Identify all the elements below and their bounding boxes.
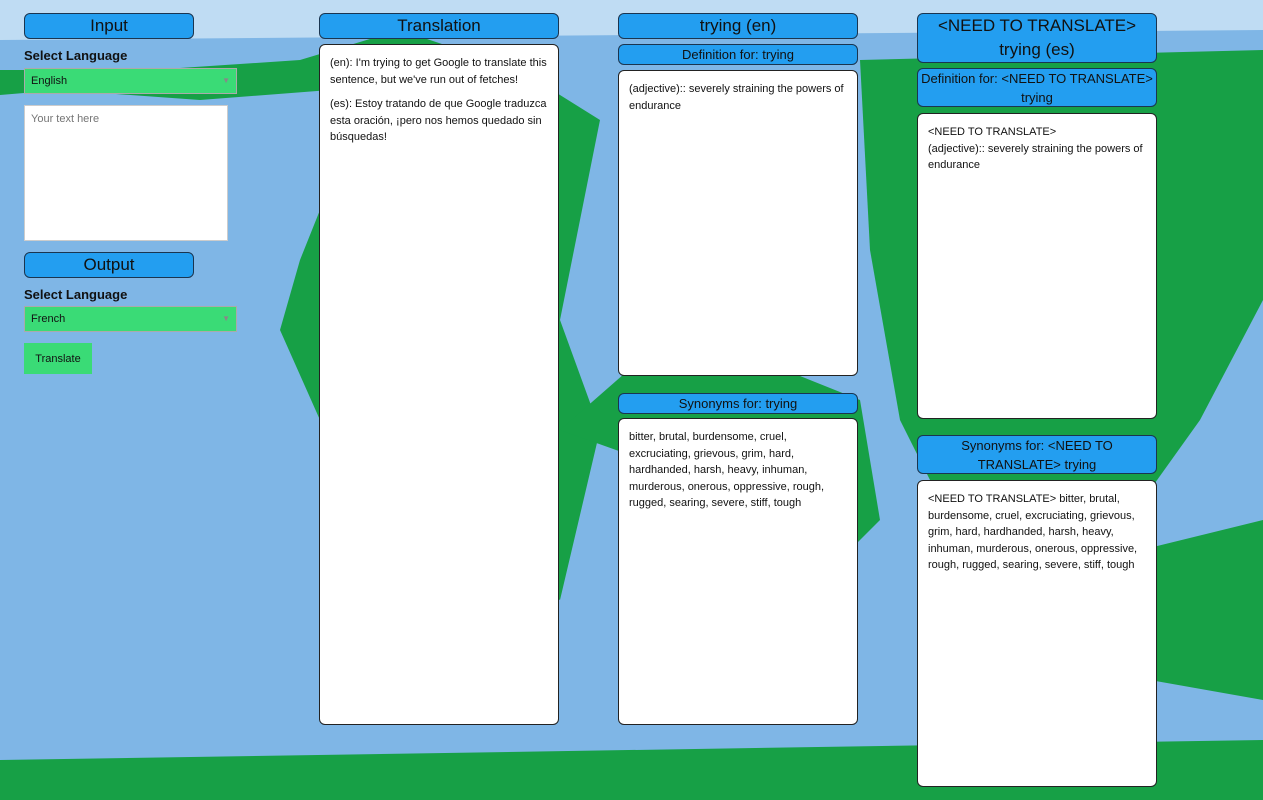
input-header: Input	[24, 13, 194, 39]
source-synonyms-header: Synonyms for: trying	[618, 393, 858, 414]
source-definition: (adjective):: severely straining the pow…	[629, 83, 844, 112]
translation-header: Translation	[319, 13, 559, 39]
source-definition-header: Definition for: trying	[618, 44, 858, 65]
target-definition: (adjective):: severely straining the pow…	[928, 142, 1143, 172]
target-synonyms-header: Synonyms for: <NEED TO TRANSLATE> trying	[917, 435, 1157, 474]
output-language-select[interactable]: French ▼	[24, 306, 237, 332]
input-text-area[interactable]	[24, 105, 228, 241]
translation-es: (es): Estoy tratando de que Google tradu…	[330, 98, 547, 143]
translation-en: (en): I'm trying to get Google to transl…	[330, 57, 547, 86]
translation-panel: (en): I'm trying to get Google to transl…	[319, 44, 559, 725]
target-definition-prefix: <NEED TO TRANSLATE>	[928, 126, 1057, 138]
source-synonyms: bitter, brutal, burdensome, cruel, excru…	[629, 431, 825, 509]
input-language-select[interactable]: English ▼	[24, 68, 237, 94]
selected-language: English	[31, 75, 68, 87]
output-language-label: Select Language	[24, 287, 128, 302]
output-header: Output	[24, 252, 194, 278]
source-word-header: trying (en)	[618, 13, 858, 39]
chevron-down-icon: ▼	[222, 314, 230, 323]
selected-language: French	[31, 313, 66, 325]
source-synonyms-panel: bitter, brutal, burdensome, cruel, excru…	[618, 418, 858, 725]
input-language-label: Select Language	[24, 48, 128, 63]
target-word-header: <NEED TO TRANSLATE> trying (es)	[917, 13, 1157, 63]
target-synonyms: <NEED TO TRANSLATE> bitter, brutal, burd…	[928, 493, 1138, 571]
source-definition-panel: (adjective):: severely straining the pow…	[618, 70, 858, 376]
target-definition-header: Definition for: <NEED TO TRANSLATE> tryi…	[917, 68, 1157, 107]
translate-button[interactable]: Translate	[24, 343, 92, 374]
target-synonyms-panel: <NEED TO TRANSLATE> bitter, brutal, burd…	[917, 480, 1157, 787]
target-definition-panel: <NEED TO TRANSLATE>(adjective):: severel…	[917, 113, 1157, 419]
chevron-down-icon: ▼	[222, 76, 230, 85]
